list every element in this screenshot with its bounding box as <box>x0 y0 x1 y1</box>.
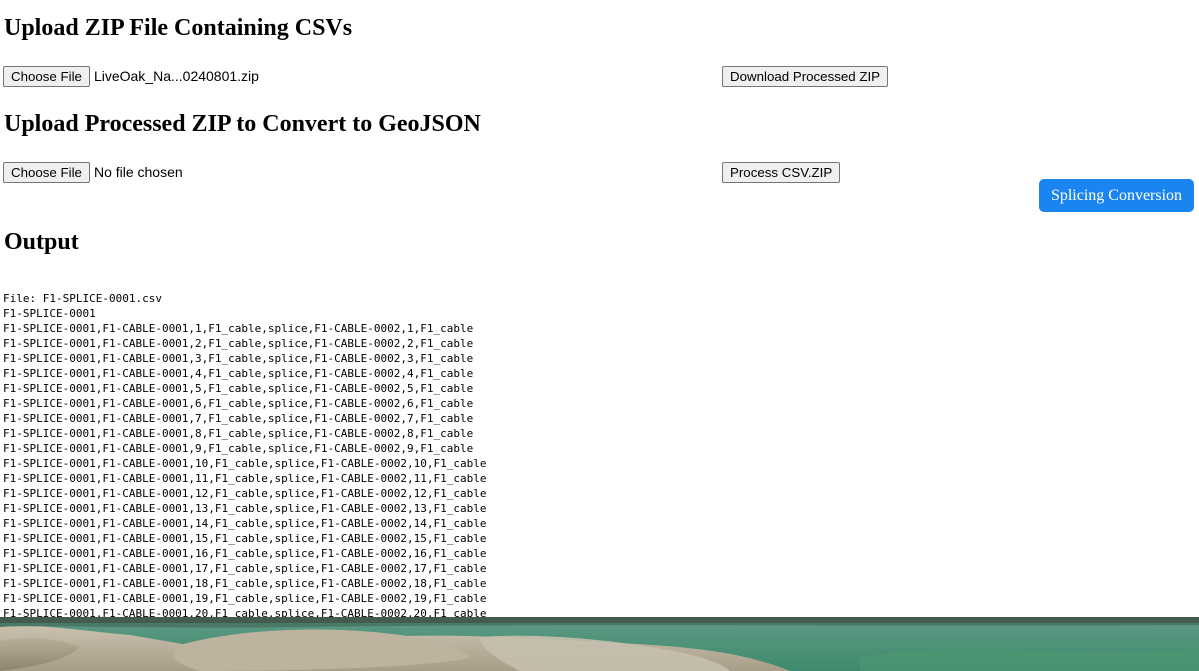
download-processed-zip-button[interactable]: Download Processed ZIP <box>722 66 889 87</box>
output-line: F1-SPLICE-0001,F1-CABLE-0001,16,F1_cable… <box>3 547 487 560</box>
output-line: F1-SPLICE-0001,F1-CABLE-0001,5,F1_cable,… <box>3 382 474 395</box>
page: Upload ZIP File Containing CSVs Choose F… <box>0 0 1199 671</box>
output-line: F1-SPLICE-0001,F1-CABLE-0001,18,F1_cable… <box>3 577 487 590</box>
choose-processed-file-button[interactable]: Choose File <box>3 161 90 183</box>
output-line: F1-SPLICE-0001,F1-CABLE-0001,15,F1_cable… <box>3 532 487 545</box>
selected-file-name: LiveOak_Na...0240801.zip <box>93 68 259 84</box>
output-line: F1-SPLICE-0001,F1-CABLE-0001,11,F1_cable… <box>3 472 487 485</box>
output-line: F1-SPLICE-0001,F1-CABLE-0001,4,F1_cable,… <box>3 367 474 380</box>
output-line: F1-SPLICE-0001,F1-CABLE-0001,6,F1_cable,… <box>3 397 474 410</box>
output-line: F1-SPLICE-0001,F1-CABLE-0001,12,F1_cable… <box>3 487 487 500</box>
splicing-conversion-button[interactable]: Splicing Conversion <box>1039 179 1194 212</box>
upload-processed-heading: Upload Processed ZIP to Convert to GeoJS… <box>4 111 481 137</box>
processed-zip-file-input[interactable]: Choose File No file chosen <box>3 161 183 183</box>
choose-zip-file-button[interactable]: Choose File <box>3 65 90 87</box>
process-csv-zip-button[interactable]: Process CSV.ZIP <box>722 162 841 183</box>
output-line: F1-SPLICE-0001,F1-CABLE-0001,17,F1_cable… <box>3 562 487 575</box>
output-file-label: File: F1-SPLICE-0001.csv <box>3 292 162 305</box>
output-line: F1-SPLICE-0001,F1-CABLE-0001,3,F1_cable,… <box>3 352 474 365</box>
output-line: F1-SPLICE-0001,F1-CABLE-0001,7,F1_cable,… <box>3 412 474 425</box>
background-photo <box>0 617 1199 671</box>
upload-zip-heading: Upload ZIP File Containing CSVs <box>4 15 353 41</box>
output-text: File: F1-SPLICE-0001.csv F1-SPLICE-0001 … <box>3 291 1193 617</box>
output-heading: Output <box>4 229 79 255</box>
output-line: F1-SPLICE-0001,F1-CABLE-0001,1,F1_cable,… <box>3 322 474 335</box>
zip-file-input[interactable]: Choose File LiveOak_Na...0240801.zip <box>3 65 259 87</box>
no-file-chosen-label: No file chosen <box>93 164 183 180</box>
output-line: F1-SPLICE-0001,F1-CABLE-0001,14,F1_cable… <box>3 517 487 530</box>
output-line: F1-SPLICE-0001 <box>3 307 96 320</box>
output-line: F1-SPLICE-0001,F1-CABLE-0001,2,F1_cable,… <box>3 337 474 350</box>
output-line: F1-SPLICE-0001,F1-CABLE-0001,20,F1_cable… <box>3 607 487 617</box>
output-line: F1-SPLICE-0001,F1-CABLE-0001,9,F1_cable,… <box>3 442 474 455</box>
output-line: F1-SPLICE-0001,F1-CABLE-0001,13,F1_cable… <box>3 502 487 515</box>
output-line: F1-SPLICE-0001,F1-CABLE-0001,19,F1_cable… <box>3 592 487 605</box>
output-line: F1-SPLICE-0001,F1-CABLE-0001,8,F1_cable,… <box>3 427 474 440</box>
output-line: F1-SPLICE-0001,F1-CABLE-0001,10,F1_cable… <box>3 457 487 470</box>
